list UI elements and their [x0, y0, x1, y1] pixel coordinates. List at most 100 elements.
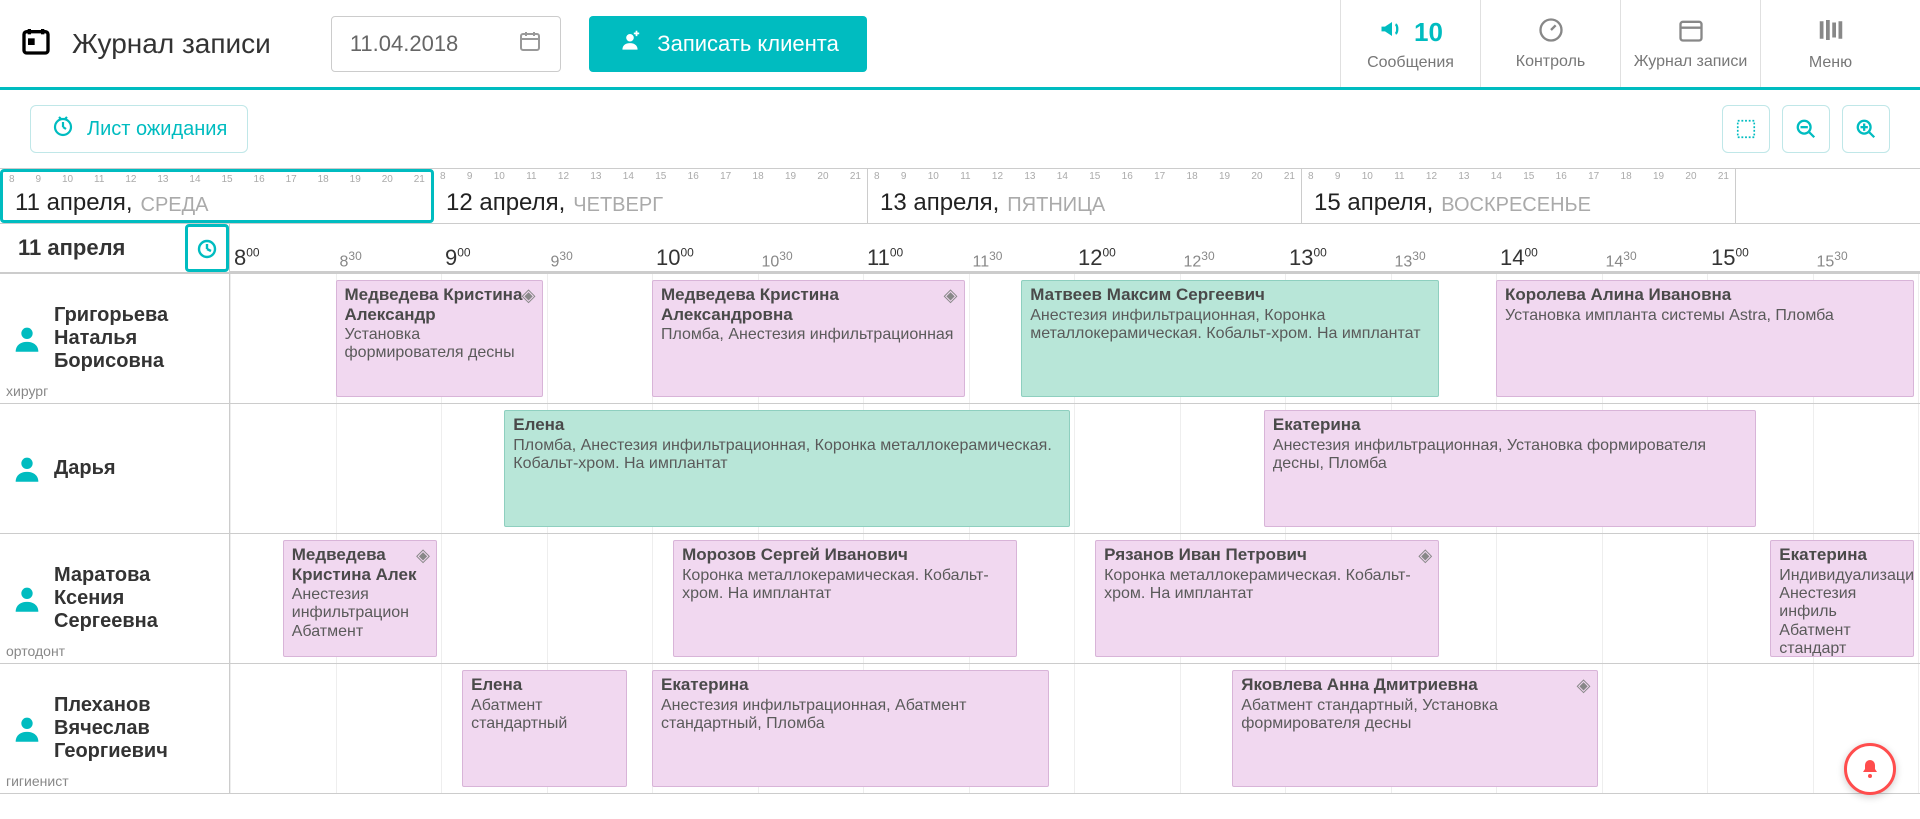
day-mini-ticks: 89101112131415161718192021: [874, 171, 1295, 182]
zoom-controls: [1722, 105, 1890, 153]
header-actions: 10 Сообщения Контроль Журнал записи Меню: [1340, 0, 1900, 87]
zoom-out-button[interactable]: [1782, 105, 1830, 153]
appointment[interactable]: ◈Медведева Кристина АлекАнестезия инфиль…: [283, 540, 437, 657]
appointment-desc: Пломба, Анестезия инфильтрационная, Коро…: [513, 437, 1061, 474]
appointment[interactable]: ◈Медведева Кристина Александровна Пломба,…: [652, 280, 965, 397]
day-mini-ticks: 89101112131415161718192021: [9, 174, 425, 185]
appointment-desc: Пломба, Анестезия инфильтрационная: [661, 326, 956, 344]
tick-half: 1230: [1184, 249, 1215, 271]
appointment[interactable]: ЕкатеринаИндивидуализация Анестезия инфи…: [1770, 540, 1914, 657]
control-label: Контроль: [1516, 53, 1586, 71]
tag-icon: ◈: [416, 545, 430, 566]
add-user-icon: [617, 28, 643, 60]
tick-hour: 1200: [1078, 245, 1116, 271]
appointment-desc: Анестезия инфильтрационная, Абатмент ста…: [661, 697, 1040, 734]
now-marker-button[interactable]: [185, 224, 229, 272]
day-date: 11 апреля,: [15, 189, 133, 217]
staff-cell[interactable]: Плеханов Вячеслав Георгиевич гигиенист: [0, 664, 229, 794]
appointment[interactable]: Королева Алина ИвановнаУстановка имплант…: [1496, 280, 1914, 397]
staff-cell[interactable]: Григорьева Наталья Борисовнахирург: [0, 274, 229, 404]
date-picker[interactable]: 11.04.2018: [331, 16, 561, 72]
staff-role: гигиенист: [6, 773, 69, 789]
header-journal[interactable]: Журнал записи: [1620, 0, 1760, 87]
book-client-label: Записать клиента: [657, 31, 839, 57]
appointment[interactable]: ◈Медведева Кристина АлександрУстановка ф…: [336, 280, 543, 397]
tick-half: 1530: [1817, 249, 1848, 271]
header-messages[interactable]: 10 Сообщения: [1340, 0, 1480, 87]
appointment-client: Матвеев Максим Сергеевич: [1030, 285, 1430, 305]
grid-row[interactable]: ◈Медведева Кристина АлекАнестезия инфиль…: [230, 534, 1920, 664]
person-icon: [10, 452, 44, 486]
grid-row[interactable]: ЕленаАбатмент стандартныйЕкатеринаАнесте…: [230, 664, 1920, 794]
grid-view-button[interactable]: [1722, 105, 1770, 153]
header-control[interactable]: Контроль: [1480, 0, 1620, 87]
tag-icon: ◈: [522, 285, 536, 306]
tick-hour: 1500: [1711, 245, 1749, 271]
megaphone-icon: [1378, 15, 1406, 50]
zoom-in-button[interactable]: [1842, 105, 1890, 153]
schedule-body: Григорьева Наталья Борисовнахирург Дарья М…: [0, 274, 1920, 794]
appointment-client: Морозов Сергей Иванович: [682, 545, 1008, 565]
notification-bell[interactable]: [1844, 743, 1896, 795]
header-menu[interactable]: Меню: [1760, 0, 1900, 87]
appointment-client: Рязанов Иван Петрович: [1104, 545, 1430, 565]
staff-role: ортодонт: [6, 643, 65, 659]
day-dow: ВОСКРЕСЕНЬЕ: [1441, 194, 1591, 217]
day-mini-ticks: 89101112131415161718192021: [1308, 171, 1729, 182]
day-cell[interactable]: 8910111213141516171819202111 апреля,СРЕД…: [0, 169, 434, 223]
day-cell[interactable]: 8910111213141516171819202112 апреля,ЧЕТВ…: [434, 169, 868, 223]
schedule-date-label: 11 апреля: [0, 235, 185, 261]
messages-label: Сообщения: [1367, 54, 1454, 72]
appointment-client: Екатерина: [1779, 545, 1905, 565]
tick-half: 830: [340, 249, 362, 271]
staff-name: Маратова Ксения Сергеевна: [54, 564, 219, 633]
staff-cell[interactable]: Дарья: [0, 404, 229, 534]
waitlist-label: Лист ожидания: [87, 118, 227, 141]
day-cell[interactable]: 8910111213141516171819202113 апреля,ПЯТН…: [868, 169, 1302, 223]
appointment[interactable]: Морозов Сергей ИвановичКоронка металлоке…: [673, 540, 1017, 657]
tick-half: 1430: [1606, 249, 1637, 271]
appointment-client: Екатерина: [661, 675, 1040, 695]
person-icon: [10, 582, 44, 616]
appointment[interactable]: ЕленаАбатмент стандартный: [462, 670, 627, 787]
gauge-icon: [1537, 16, 1565, 49]
appointment[interactable]: ◈Яковлева Анна ДмитриевнаАбатмент станда…: [1232, 670, 1597, 787]
appointment[interactable]: ЕкатеринаАнестезия инфильтрационная, Уст…: [1264, 410, 1756, 527]
tick-hour: 1300: [1289, 245, 1327, 271]
schedule-header-left: 11 апреля: [0, 224, 230, 272]
appointment-client: Медведева Кристина Александровна: [661, 285, 956, 324]
appointment[interactable]: ЕленаПломба, Анестезия инфильтрационная,…: [504, 410, 1070, 527]
waitlist-button[interactable]: Лист ожидания: [30, 105, 248, 153]
tag-icon: ◈: [1577, 675, 1591, 696]
schedule-grid[interactable]: ◈Медведева Кристина АлександрУстановка ф…: [230, 274, 1920, 794]
appointment-client: Медведева Кристина Алек: [292, 545, 428, 584]
appointment-client: Медведева Кристина Александр: [345, 285, 534, 324]
appointment[interactable]: Матвеев Максим СергеевичАнестезия инфиль…: [1021, 280, 1439, 397]
day-dow: ЧЕТВЕРГ: [573, 194, 663, 217]
grid-row[interactable]: ЕленаПломба, Анестезия инфильтрационная,…: [230, 404, 1920, 534]
appointment-desc: Абатмент стандартный: [471, 697, 618, 734]
staff-name: Плеханов Вячеслав Георгиевич: [54, 694, 219, 763]
staff-cell[interactable]: Маратова Ксения Сергеевна ортодонт: [0, 534, 229, 664]
appointment[interactable]: ◈Рязанов Иван ПетровичКоронка металлокер…: [1095, 540, 1439, 657]
appointment[interactable]: ЕкатеринаАнестезия инфильтрационная, Аба…: [652, 670, 1049, 787]
timeline-ruler: 8008309009301000103011001130120012301300…: [230, 224, 1920, 272]
grid-row[interactable]: ◈Медведева Кристина АлександрУстановка ф…: [230, 274, 1920, 404]
menu-bars-icon: [1816, 15, 1846, 50]
person-icon: [10, 322, 44, 356]
day-cell[interactable]: 8910111213141516171819202115 апреля,ВОСК…: [1302, 169, 1736, 223]
appointment-client: Елена: [513, 415, 1061, 435]
person-icon: [10, 712, 44, 746]
appointment-desc: Индивидуализация Анестезия инфиль Абатме…: [1779, 567, 1905, 657]
staff-name: Дарья: [54, 457, 116, 480]
appointment-desc: Анестезия инфильтрационная, Коронка мета…: [1030, 307, 1430, 344]
clock-icon: [51, 114, 75, 144]
tick-hour: 800: [234, 245, 260, 271]
book-client-button[interactable]: Записать клиента: [589, 16, 867, 72]
appointment-desc: Абатмент стандартный, Установка формиров…: [1241, 697, 1588, 734]
appointment-client: Екатерина: [1273, 415, 1747, 435]
tag-icon: ◈: [944, 285, 958, 306]
page-title: Журнал записи: [72, 28, 271, 60]
day-dow: ПЯТНИЦА: [1007, 194, 1105, 217]
schedule-header: 11 апреля 800830900930100010301100113012…: [0, 224, 1920, 274]
